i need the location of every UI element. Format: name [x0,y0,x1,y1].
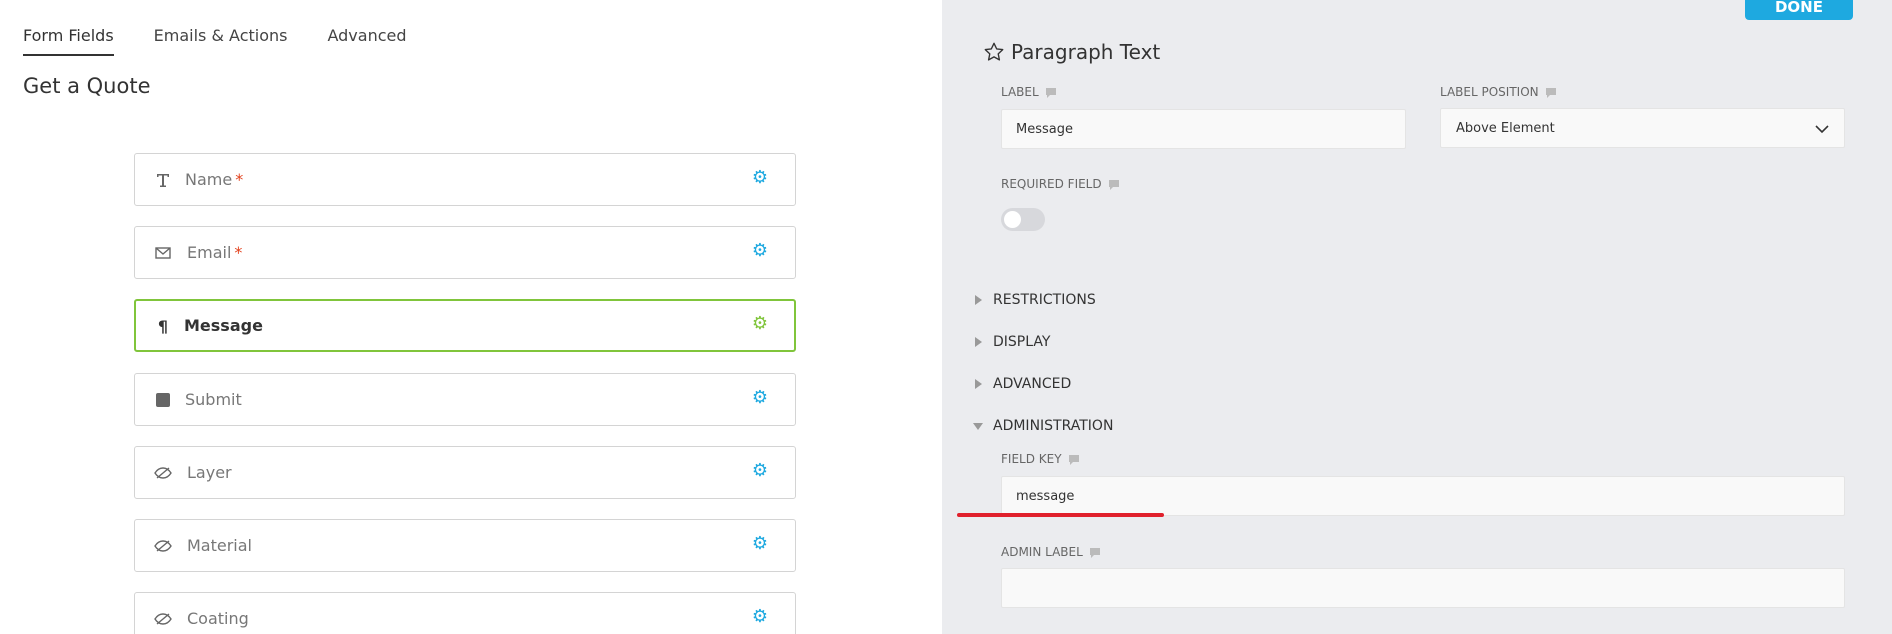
form-builder: Form Fields Emails & Actions Advanced Ge… [0,0,1892,634]
gear-icon[interactable]: ⚙ [751,462,769,480]
field-label: Submit [185,390,242,409]
help-bubble-icon[interactable] [1089,547,1101,558]
required-toggle[interactable] [1001,208,1045,231]
section-restrictions[interactable]: RESTRICTIONS [973,292,1096,308]
section-display[interactable]: DISPLAY [973,334,1050,350]
field-label: Layer [187,463,232,482]
gear-icon[interactable]: ⚙ [751,169,769,187]
eye-slash-icon [154,537,172,555]
gear-icon[interactable]: ⚙ [751,535,769,553]
label-input[interactable]: Message [1001,109,1406,149]
field-name[interactable]: Name * ⚙ [134,153,796,206]
required-setting-label: REQUIRED FIELD [1001,177,1120,191]
required-asterisk: * [235,170,244,189]
label-position-select[interactable]: Above Element [1440,108,1845,148]
paragraph-icon: ¶ [157,316,169,336]
field-email[interactable]: Email * ⚙ [134,226,796,279]
settings-title-text: Paragraph Text [1011,40,1161,64]
section-advanced[interactable]: ADVANCED [973,376,1071,392]
settings-title: Paragraph Text [983,40,1160,64]
star-icon[interactable] [983,41,1005,63]
tab-advanced[interactable]: Advanced [327,26,406,56]
help-bubble-icon[interactable] [1108,179,1120,190]
field-label: Material [187,536,252,555]
gear-icon[interactable]: ⚙ [751,242,769,260]
caret-right-icon [975,295,982,305]
required-asterisk: * [234,243,243,262]
square-icon [154,391,172,409]
tab-form-fields[interactable]: Form Fields [23,26,114,56]
field-settings-panel: DONE Paragraph Text LABEL Message LABEL … [942,0,1892,634]
envelope-icon [154,244,172,262]
field-label: Coating [187,609,249,628]
field-key-input[interactable]: message [1001,476,1845,516]
toggle-knob [1004,211,1021,228]
label-position-value: Above Element [1456,120,1555,136]
field-label: Message [184,316,263,335]
help-bubble-icon[interactable] [1045,87,1057,98]
field-key-setting-label: FIELD KEY [1001,452,1080,466]
highlight-underline [957,513,1164,517]
admin-label-setting-label: ADMIN LABEL [1001,545,1101,559]
field-layer[interactable]: Layer ⚙ [134,446,796,499]
eye-slash-icon [154,464,172,482]
label-position-setting-label: LABEL POSITION [1440,85,1557,99]
gear-icon[interactable]: ⚙ [751,315,769,333]
field-message[interactable]: ¶ Message ⚙ [134,299,796,352]
text-icon [154,171,172,189]
field-submit[interactable]: Submit ⚙ [134,373,796,426]
caret-right-icon [975,337,982,347]
done-button[interactable]: DONE [1745,0,1853,20]
gear-icon[interactable]: ⚙ [751,389,769,407]
label-setting-label: LABEL [1001,85,1057,99]
field-label: Email * [187,243,243,262]
gear-icon[interactable]: ⚙ [751,608,769,626]
caret-down-icon [973,423,983,430]
chevron-down-icon [1815,125,1829,134]
section-administration[interactable]: ADMINISTRATION [973,418,1113,434]
caret-right-icon [975,379,982,389]
tab-emails-actions[interactable]: Emails & Actions [154,26,288,56]
form-title: Get a Quote [23,74,151,98]
help-bubble-icon[interactable] [1068,454,1080,465]
form-fields-panel: Form Fields Emails & Actions Advanced Ge… [0,0,942,634]
field-material[interactable]: Material ⚙ [134,519,796,572]
tab-bar: Form Fields Emails & Actions Advanced [23,26,447,56]
field-label: Name * [185,170,244,189]
eye-slash-icon [154,610,172,628]
help-bubble-icon[interactable] [1545,87,1557,98]
field-coating[interactable]: Coating ⚙ [134,592,796,634]
admin-label-input[interactable] [1001,568,1845,608]
